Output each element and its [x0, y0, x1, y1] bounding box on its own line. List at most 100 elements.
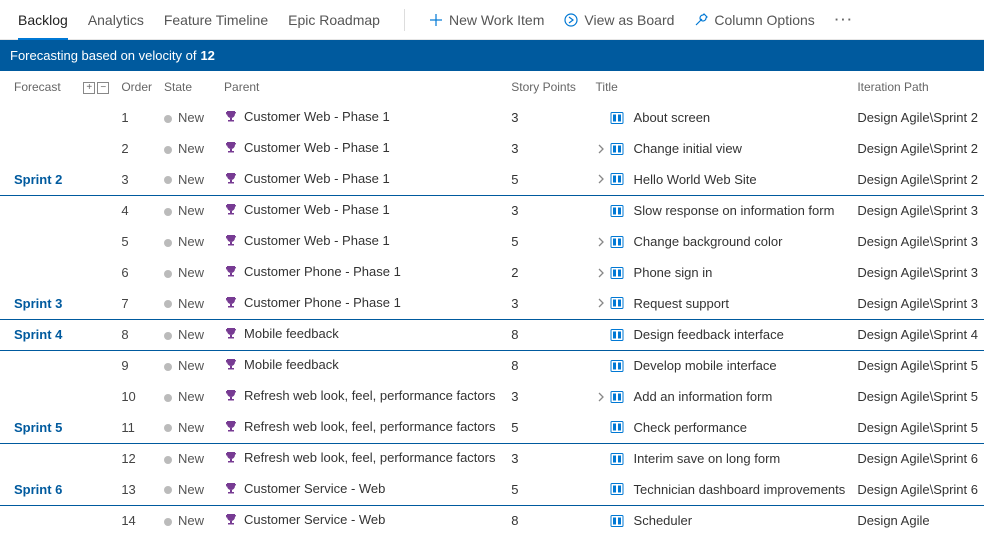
- parent-cell[interactable]: Mobile feedback: [218, 319, 505, 350]
- title-cell[interactable]: Check performance: [590, 412, 852, 443]
- iteration-cell: Design Agile\Sprint 5: [851, 412, 984, 443]
- order-cell: 6: [115, 257, 158, 288]
- title-cell[interactable]: Scheduler: [590, 505, 852, 536]
- state-indicator-icon: [164, 424, 172, 432]
- view-as-board-button[interactable]: View as Board: [564, 12, 674, 28]
- parent-cell[interactable]: Customer Phone - Phase 1: [218, 257, 505, 288]
- state-text: New: [178, 482, 204, 497]
- order-cell: 7: [115, 288, 158, 319]
- parent-cell[interactable]: Customer Service - Web: [218, 505, 505, 536]
- tab-feature-timeline[interactable]: Feature Timeline: [164, 0, 268, 40]
- table-row[interactable]: 10NewRefresh web look, feel, performance…: [0, 381, 984, 412]
- column-options-button[interactable]: Column Options: [694, 12, 814, 28]
- parent-cell[interactable]: Refresh web look, feel, performance fact…: [218, 443, 505, 474]
- table-row[interactable]: Sprint 511NewRefresh web look, feel, per…: [0, 412, 984, 443]
- chevron-right-icon[interactable]: [596, 298, 606, 308]
- table-row[interactable]: 4NewCustomer Web - Phase 13Slow response…: [0, 195, 984, 226]
- forecast-cell: [0, 195, 77, 226]
- chevron-right-icon[interactable]: [596, 144, 606, 154]
- view-as-board-label: View as Board: [584, 12, 674, 28]
- table-row[interactable]: 2NewCustomer Web - Phase 13Change initia…: [0, 133, 984, 164]
- table-row[interactable]: Sprint 48NewMobile feedback8Design feedb…: [0, 319, 984, 350]
- feature-icon: [224, 450, 238, 467]
- story-points-cell: 8: [505, 350, 589, 381]
- title-cell[interactable]: Phone sign in: [590, 257, 852, 288]
- col-title[interactable]: Title: [590, 71, 852, 102]
- user-story-icon: [610, 420, 624, 434]
- table-row[interactable]: 12NewRefresh web look, feel, performance…: [0, 443, 984, 474]
- state-indicator-icon: [164, 270, 172, 278]
- table-row[interactable]: 5NewCustomer Web - Phase 15Change backgr…: [0, 226, 984, 257]
- title-cell[interactable]: Add an information form: [590, 381, 852, 412]
- col-state[interactable]: State: [158, 71, 218, 102]
- title-cell[interactable]: Change initial view: [590, 133, 852, 164]
- tab-analytics[interactable]: Analytics: [88, 0, 144, 40]
- forecast-banner: Forecasting based on velocity of 12: [0, 40, 984, 71]
- order-cell: 3: [115, 164, 158, 195]
- parent-cell[interactable]: Customer Web - Phase 1: [218, 195, 505, 226]
- table-row[interactable]: 9NewMobile feedback8Develop mobile inter…: [0, 350, 984, 381]
- parent-cell[interactable]: Customer Web - Phase 1: [218, 133, 505, 164]
- chevron-right-icon[interactable]: [596, 237, 606, 247]
- title-cell[interactable]: Hello World Web Site: [590, 164, 852, 195]
- chevron-right-icon[interactable]: [596, 392, 606, 402]
- feature-icon: [224, 481, 238, 498]
- parent-cell[interactable]: Mobile feedback: [218, 350, 505, 381]
- parent-cell[interactable]: Customer Web - Phase 1: [218, 226, 505, 257]
- state-indicator-icon: [164, 456, 172, 464]
- collapse-all-button[interactable]: −: [97, 82, 109, 94]
- parent-cell[interactable]: Customer Web - Phase 1: [218, 164, 505, 195]
- col-parent[interactable]: Parent: [218, 71, 505, 102]
- col-forecast[interactable]: Forecast: [0, 71, 77, 102]
- title-cell[interactable]: Technician dashboard improvements: [590, 474, 852, 505]
- parent-text: Refresh web look, feel, performance fact…: [244, 450, 495, 465]
- table-row[interactable]: 1NewCustomer Web - Phase 13About screenD…: [0, 102, 984, 133]
- title-cell[interactable]: Design feedback interface: [590, 319, 852, 350]
- title-cell[interactable]: Develop mobile interface: [590, 350, 852, 381]
- state-indicator-icon: [164, 363, 172, 371]
- expand-all-button[interactable]: +: [83, 82, 95, 94]
- table-row[interactable]: Sprint 37NewCustomer Phone - Phase 13Req…: [0, 288, 984, 319]
- tab-epic-roadmap[interactable]: Epic Roadmap: [288, 0, 380, 40]
- order-cell: 10: [115, 381, 158, 412]
- table-row[interactable]: Sprint 613NewCustomer Service - Web5Tech…: [0, 474, 984, 505]
- chevron-right-icon[interactable]: [596, 268, 606, 278]
- plus-icon: [429, 13, 443, 27]
- user-story-icon: [610, 359, 624, 373]
- col-iteration-path[interactable]: Iteration Path: [851, 71, 984, 102]
- story-points-cell: 5: [505, 164, 589, 195]
- col-story-points[interactable]: Story Points: [505, 71, 589, 102]
- table-row[interactable]: 6NewCustomer Phone - Phase 12Phone sign …: [0, 257, 984, 288]
- state-cell: New: [158, 164, 218, 195]
- table-row[interactable]: 14NewCustomer Service - Web8SchedulerDes…: [0, 505, 984, 536]
- state-indicator-icon: [164, 394, 172, 402]
- table-row[interactable]: Sprint 23NewCustomer Web - Phase 15Hello…: [0, 164, 984, 195]
- title-cell[interactable]: Slow response on information form: [590, 195, 852, 226]
- chevron-right-icon[interactable]: [596, 174, 606, 184]
- title-text: Design feedback interface: [634, 327, 784, 342]
- title-text: Interim save on long form: [634, 451, 781, 466]
- title-cell[interactable]: About screen: [590, 102, 852, 133]
- feature-icon: [224, 264, 238, 281]
- new-work-item-button[interactable]: New Work Item: [429, 12, 544, 28]
- user-story-icon: [610, 514, 624, 528]
- title-cell[interactable]: Interim save on long form: [590, 443, 852, 474]
- more-actions-button[interactable]: ···: [835, 12, 854, 27]
- title-text: Technician dashboard improvements: [634, 482, 846, 497]
- parent-cell[interactable]: Customer Service - Web: [218, 474, 505, 505]
- parent-text: Customer Service - Web: [244, 481, 385, 496]
- parent-text: Mobile feedback: [244, 326, 339, 341]
- parent-text: Customer Web - Phase 1: [244, 202, 390, 217]
- title-cell[interactable]: Request support: [590, 288, 852, 319]
- col-order[interactable]: Order: [115, 71, 158, 102]
- parent-cell[interactable]: Customer Web - Phase 1: [218, 102, 505, 133]
- state-text: New: [178, 203, 204, 218]
- parent-cell[interactable]: Refresh web look, feel, performance fact…: [218, 412, 505, 443]
- title-cell[interactable]: Change background color: [590, 226, 852, 257]
- forecast-banner-text: Forecasting based on velocity of: [10, 48, 196, 63]
- state-indicator-icon: [164, 332, 172, 340]
- parent-cell[interactable]: Refresh web look, feel, performance fact…: [218, 381, 505, 412]
- parent-cell[interactable]: Customer Phone - Phase 1: [218, 288, 505, 319]
- user-story-icon: [610, 452, 624, 466]
- tab-backlog[interactable]: Backlog: [18, 0, 68, 40]
